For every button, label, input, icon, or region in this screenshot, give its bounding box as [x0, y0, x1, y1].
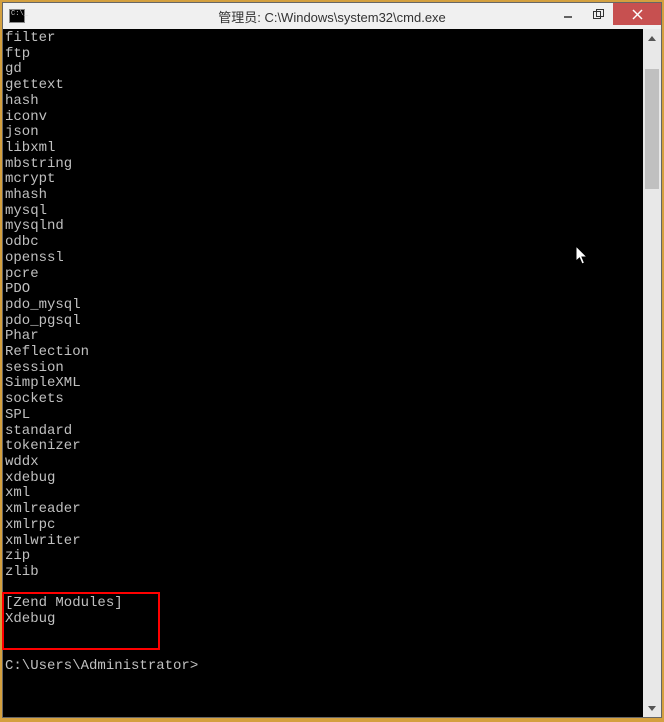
maximize-button[interactable]	[583, 3, 613, 25]
vertical-scrollbar[interactable]	[643, 29, 661, 717]
scroll-thumb[interactable]	[645, 69, 659, 189]
cmd-icon	[9, 9, 25, 23]
client-area: filter ftp gd gettext hash iconv json li…	[3, 29, 661, 717]
cmd-window: 管理员: C:\Windows\system32\cmd.exe filter …	[2, 2, 662, 718]
console-output[interactable]: filter ftp gd gettext hash iconv json li…	[3, 29, 643, 717]
scroll-up-button[interactable]	[643, 29, 661, 47]
window-controls	[553, 3, 661, 25]
scroll-down-button[interactable]	[643, 699, 661, 717]
close-button[interactable]	[613, 3, 661, 25]
window-title: 管理员: C:\Windows\system32\cmd.exe	[218, 7, 446, 26]
minimize-button[interactable]	[553, 3, 583, 25]
titlebar[interactable]: 管理员: C:\Windows\system32\cmd.exe	[3, 3, 661, 29]
